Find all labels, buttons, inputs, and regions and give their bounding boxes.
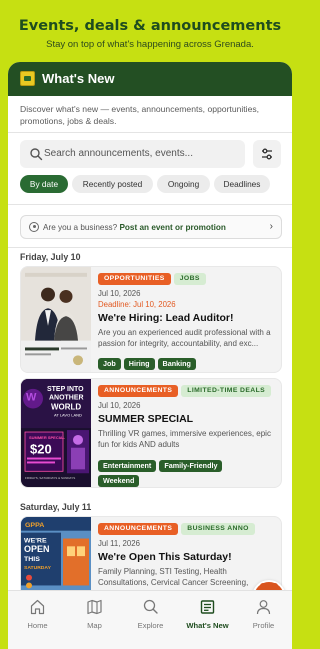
keyword-chip[interactable]: Banking bbox=[157, 358, 196, 370]
card-date: Jul 10, 2026 bbox=[98, 289, 141, 298]
promo-subtitle: Stay on top of what's happening across G… bbox=[46, 39, 254, 50]
thumb-text: SATURDAY bbox=[24, 565, 52, 571]
category-tag: ANNOUNCEMENTS bbox=[98, 523, 179, 535]
nav-label: What's New bbox=[186, 621, 229, 630]
nav-whats-new[interactable]: What's New bbox=[179, 591, 236, 641]
business-cta[interactable]: Are you a business? Post an event or pro… bbox=[20, 215, 282, 239]
category-tag: OPPORTUNITIES bbox=[98, 273, 171, 285]
thumb-text: ANOTHER bbox=[49, 395, 84, 402]
date-header: Saturday, July 11 bbox=[20, 502, 92, 512]
thumb-text: SUMMER SPECIAL bbox=[29, 435, 66, 440]
card-description: Are you an experienced audit professiona… bbox=[98, 328, 271, 348]
page-title: What's New bbox=[42, 71, 115, 86]
keyword-chip[interactable]: Family-Friendly bbox=[159, 460, 223, 472]
nav-label: Explore bbox=[137, 621, 164, 630]
card-tags: ANNOUNCEMENTS BUSINESS ANNO bbox=[98, 523, 258, 535]
search-input[interactable]: Search announcements, events... bbox=[20, 140, 245, 168]
app-screen: What's New Discover what's new — events,… bbox=[8, 62, 292, 649]
keyword-chip[interactable]: Hiring bbox=[123, 358, 155, 370]
filter-chip-ongoing[interactable]: Ongoing bbox=[157, 175, 210, 193]
thumb-brand: GPPA bbox=[25, 522, 44, 529]
profile-icon bbox=[256, 600, 271, 615]
thumb-price: $20 bbox=[30, 442, 52, 457]
category-tag: BUSINESS ANNO bbox=[181, 523, 255, 535]
business-cta-text: Are you a business? Post an event or pro… bbox=[43, 223, 226, 232]
card-chips: Job Hiring Banking bbox=[98, 353, 199, 371]
card-title: We're Hiring: Lead Auditor! bbox=[98, 312, 234, 324]
card-description: Thrilling VR games, immersive experience… bbox=[98, 429, 271, 449]
thumb-text: WORLD bbox=[51, 403, 81, 412]
thumb-text: AT LAVO LAND bbox=[54, 412, 82, 417]
home-icon bbox=[30, 599, 45, 615]
filter-button[interactable] bbox=[253, 140, 281, 168]
thumb-text: FRIDAYS, SATURDAYS & SUNDAYS bbox=[25, 476, 75, 480]
keyword-chip[interactable]: Weekend bbox=[98, 475, 140, 487]
filter-chip-by-date[interactable]: By date bbox=[20, 175, 68, 193]
app-bar: What's New bbox=[8, 62, 292, 96]
date-header: Friday, July 10 bbox=[20, 252, 81, 262]
card-deadline: Deadline: Jul 10, 2026 bbox=[98, 300, 176, 309]
chevron-right-icon: › bbox=[269, 221, 273, 232]
promo-header: Events, deals & announcements Stay on to… bbox=[0, 0, 300, 70]
filter-chip-recently-posted[interactable]: Recently posted bbox=[72, 175, 153, 193]
promo-title: Events, deals & announcements bbox=[18, 18, 282, 34]
divider bbox=[8, 204, 292, 205]
card-thumbnail bbox=[21, 267, 91, 372]
search-icon bbox=[30, 148, 43, 161]
category-tag: JOBS bbox=[173, 273, 206, 285]
card-tags: OPPORTUNITIES JOBS bbox=[98, 273, 209, 285]
keyword-chip[interactable]: Job bbox=[98, 358, 121, 370]
nav-label: Profile bbox=[252, 621, 275, 630]
post-event-link[interactable]: Post an event or promotion bbox=[119, 223, 225, 232]
news-icon bbox=[200, 600, 215, 614]
news-card[interactable]: OPPORTUNITIES JOBS Jul 10, 2026 Deadline:… bbox=[20, 266, 282, 373]
app-logo bbox=[20, 71, 35, 86]
intro-text: Discover what's new — events, announceme… bbox=[20, 104, 260, 126]
info-icon bbox=[29, 222, 39, 232]
card-thumbnail: W STEP INTO ANOTHER WORLD AT LAVO LAND S… bbox=[21, 379, 91, 487]
thumb-logo-letter: W bbox=[26, 392, 37, 404]
card-date: Jul 10, 2026 bbox=[98, 401, 141, 410]
nav-map[interactable]: Map bbox=[66, 591, 123, 641]
card-title: SUMMER SPECIAL bbox=[98, 413, 194, 425]
card-tags: ANNOUNCEMENTS LIMITED-TIME DEALS bbox=[98, 385, 274, 397]
nav-label: Map bbox=[87, 621, 102, 630]
divider bbox=[8, 132, 292, 133]
nav-profile[interactable]: Profile bbox=[235, 591, 292, 641]
news-card[interactable]: W STEP INTO ANOTHER WORLD AT LAVO LAND S… bbox=[20, 378, 282, 488]
category-tag: LIMITED-TIME DEALS bbox=[181, 385, 272, 397]
explore-icon bbox=[143, 599, 158, 614]
card-chips: Weekend bbox=[98, 470, 142, 487]
category-tag: ANNOUNCEMENTS bbox=[98, 385, 179, 397]
thumb-text: STEP INTO bbox=[47, 386, 84, 393]
card-date: Jul 11, 2026 bbox=[98, 539, 140, 548]
nav-home[interactable]: Home bbox=[9, 591, 66, 641]
filter-chip-deadlines[interactable]: Deadlines bbox=[214, 175, 270, 193]
thumb-text: OPEN bbox=[24, 544, 49, 554]
divider bbox=[8, 247, 292, 248]
thumb-text: THIS bbox=[24, 556, 40, 563]
nav-explore[interactable]: Explore bbox=[122, 591, 179, 641]
nav-label: Home bbox=[27, 621, 48, 630]
bottom-nav: Home Map Explore What's New Profile bbox=[8, 590, 292, 649]
search-placeholder: Search announcements, events... bbox=[44, 148, 193, 159]
sliders-icon bbox=[262, 148, 272, 160]
business-prompt: Are you a business? bbox=[43, 223, 118, 232]
card-title: We're Open This Saturday! bbox=[98, 551, 232, 563]
map-icon bbox=[87, 599, 102, 615]
